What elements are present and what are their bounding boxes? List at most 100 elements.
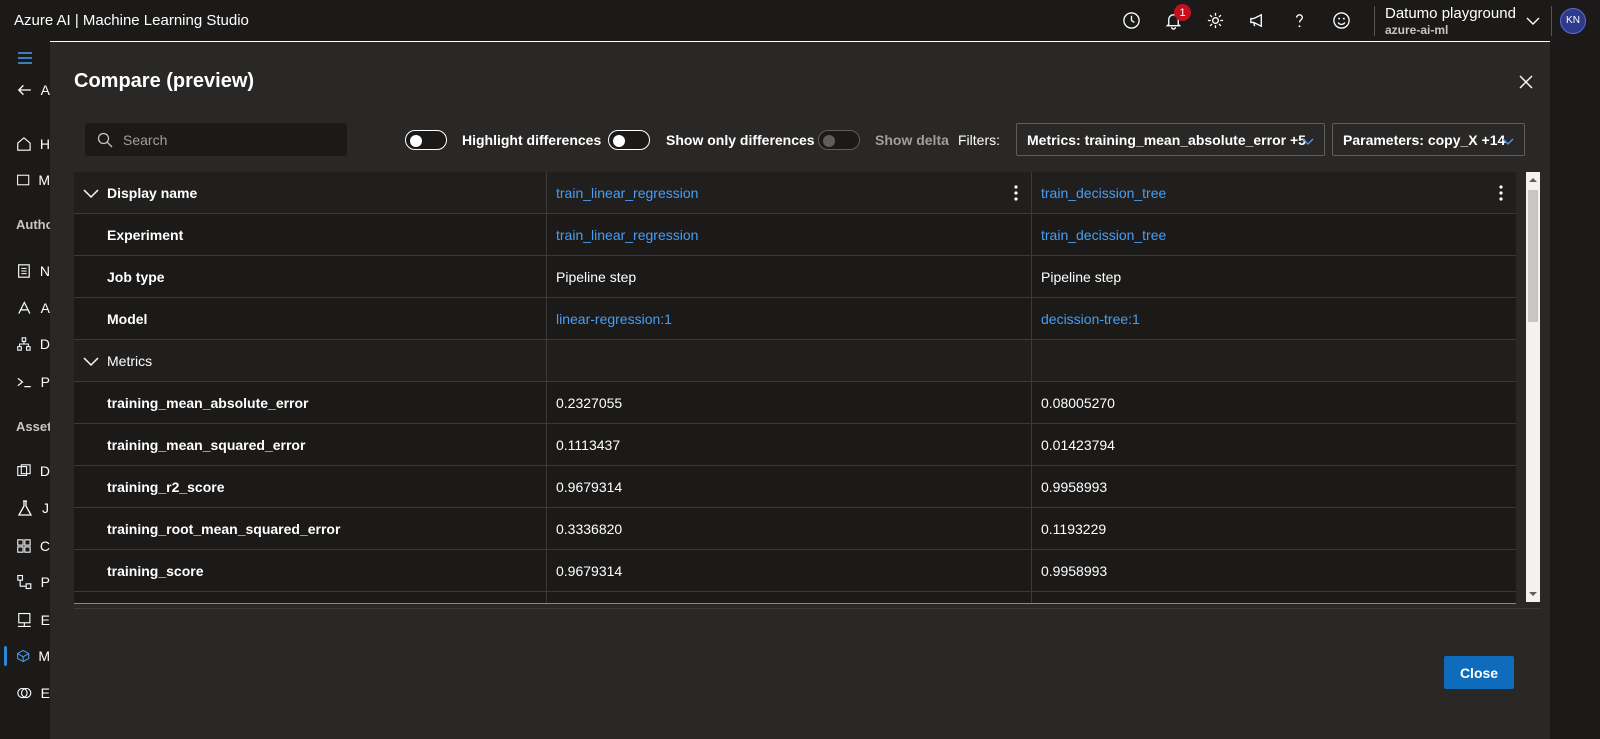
help-button[interactable]: [1278, 0, 1320, 41]
table-cell: linear-regression:1: [546, 298, 1031, 339]
more-options-icon[interactable]: [1498, 184, 1504, 202]
notifications-button[interactable]: 1: [1152, 0, 1194, 41]
metric-label: training_mean_squared_error: [107, 436, 306, 453]
metric-value: 0.1113437: [556, 436, 621, 453]
metric-label: training_mean_absolute_error: [107, 394, 309, 411]
table-row: training_score 0.9679314 0.9958993: [74, 550, 1516, 592]
scroll-up-icon[interactable]: [1529, 176, 1537, 184]
highlight-differences-toggle[interactable]: [405, 130, 447, 150]
divider: [1374, 5, 1375, 36]
chevron-down-icon[interactable]: [1525, 13, 1541, 29]
gear-icon: [1207, 12, 1223, 29]
history-button[interactable]: [1110, 0, 1152, 41]
table-row: Job type Pipeline step Pipeline step: [74, 256, 1516, 298]
nav-section-assets: Asset: [16, 419, 50, 434]
run-link[interactable]: train_decission_tree: [1041, 185, 1166, 201]
app-title[interactable]: Azure AI | Machine Learning Studio: [14, 12, 249, 29]
row-label-cell: Metrics: [74, 340, 546, 381]
nav-label: J: [42, 500, 49, 516]
search-box[interactable]: [85, 123, 347, 156]
nav-item-back[interactable]: A: [0, 75, 50, 105]
avatar[interactable]: KN: [1560, 7, 1586, 34]
scroll-down-icon[interactable]: [1529, 590, 1537, 598]
hamburger-menu[interactable]: [0, 43, 50, 73]
nav-item-components[interactable]: C: [0, 531, 50, 561]
nav-item-home[interactable]: H: [0, 129, 50, 159]
run-link[interactable]: train_linear_regression: [556, 185, 698, 201]
nav-item-notebooks[interactable]: N: [0, 256, 50, 286]
nav-item-automl[interactable]: A: [0, 293, 50, 323]
nav-label: D: [39, 336, 50, 352]
more-options-icon[interactable]: [1013, 184, 1019, 202]
nav-item-endpoints[interactable]: E: [0, 678, 50, 708]
nav-item-data[interactable]: D: [0, 456, 50, 486]
nav-item-model-catalog[interactable]: M: [0, 165, 50, 195]
table-cell: 0.1113437: [546, 424, 1031, 465]
metric-value: 0.9958993: [1041, 562, 1108, 579]
metrics-filter-value: Metrics: training_mean_absolute_error +5: [1027, 131, 1306, 148]
jobs-icon: [17, 500, 33, 516]
nav-item-prompt-flow[interactable]: P: [0, 367, 50, 397]
model-link[interactable]: linear-regression:1: [556, 311, 672, 327]
nav-item-designer[interactable]: D: [0, 329, 50, 359]
close-button[interactable]: Close: [1444, 656, 1514, 689]
row-label-cell: training_r2_score: [74, 466, 546, 507]
feedback-button[interactable]: [1320, 0, 1362, 41]
chevron-down-icon[interactable]: [82, 184, 100, 202]
show-delta-toggle[interactable]: [818, 130, 860, 150]
search-input[interactable]: [123, 131, 323, 148]
experiment-link[interactable]: train_linear_regression: [556, 227, 698, 243]
question-icon: [1295, 14, 1303, 28]
table-row: Experiment train_linear_regression train…: [74, 214, 1516, 256]
metric-label: training_r2_score: [107, 478, 225, 495]
metric-value: 0.1193229: [1041, 520, 1107, 537]
environments-icon: [17, 612, 31, 628]
notebook-icon: [18, 264, 30, 278]
table-cell: Pipeline step: [1031, 256, 1516, 297]
chevron-down-icon[interactable]: [82, 352, 100, 370]
show-only-differences-toggle[interactable]: [608, 130, 650, 150]
nav-item-pipelines[interactable]: P: [0, 567, 50, 597]
parameters-filter-dropdown[interactable]: Parameters: copy_X +14: [1332, 123, 1525, 156]
settings-button[interactable]: [1194, 0, 1236, 41]
metric-label: training_score: [107, 562, 204, 579]
pipelines-icon: [17, 574, 32, 590]
metrics-section-label: Metrics: [107, 352, 153, 369]
chevron-down-icon: [1302, 138, 1314, 145]
nav-item-jobs[interactable]: J: [0, 493, 50, 523]
metrics-filter-dropdown[interactable]: Metrics: training_mean_absolute_error +5: [1016, 123, 1325, 156]
table-cell: 0.01423794: [1031, 424, 1516, 465]
table-cell: 0.9958993: [1031, 466, 1516, 507]
scrollbar-thumb[interactable]: [1528, 190, 1538, 322]
toggle-knob: [823, 135, 835, 147]
model-link[interactable]: decission-tree:1: [1041, 311, 1140, 327]
metric-value: 0.2327055: [556, 394, 623, 411]
metrics-section-row: Metrics: [74, 340, 1516, 382]
show-delta-label: Show delta: [875, 132, 949, 148]
table-row: training_mean_squared_error 0.1113437 0.…: [74, 424, 1516, 466]
nav-label: C: [39, 538, 50, 554]
home-icon: [17, 137, 31, 151]
cell-value: Pipeline step: [1041, 268, 1122, 285]
chevron-down-icon: [1502, 138, 1514, 145]
nav-item-models[interactable]: M: [0, 641, 50, 671]
vertical-scrollbar[interactable]: [1526, 172, 1540, 602]
row-label-cell: Display name: [74, 172, 546, 213]
automl-icon: [18, 301, 31, 314]
experiment-link[interactable]: train_decission_tree: [1041, 227, 1166, 243]
metric-value: 0.01423794: [1041, 436, 1115, 453]
nav-label: A: [40, 300, 50, 316]
row-label-cell: training_mean_squared_error: [74, 424, 546, 465]
metric-value: 0.9679314: [556, 478, 623, 495]
show-only-differences-label: Show only differences: [666, 132, 815, 148]
nav-item-environments[interactable]: E: [0, 605, 50, 635]
row-label-cell: Model: [74, 298, 546, 339]
table-cell: 0.2327055: [546, 382, 1031, 423]
announcements-button[interactable]: [1236, 0, 1278, 41]
table-cell: 0.9679314: [546, 466, 1031, 507]
workspace-selector[interactable]: Datumo playground azure-ai-ml: [1385, 5, 1525, 37]
close-dialog-button[interactable]: [1514, 70, 1538, 94]
data-icon: [17, 464, 31, 476]
megaphone-icon: [1249, 13, 1262, 28]
nav-label: P: [40, 374, 50, 390]
